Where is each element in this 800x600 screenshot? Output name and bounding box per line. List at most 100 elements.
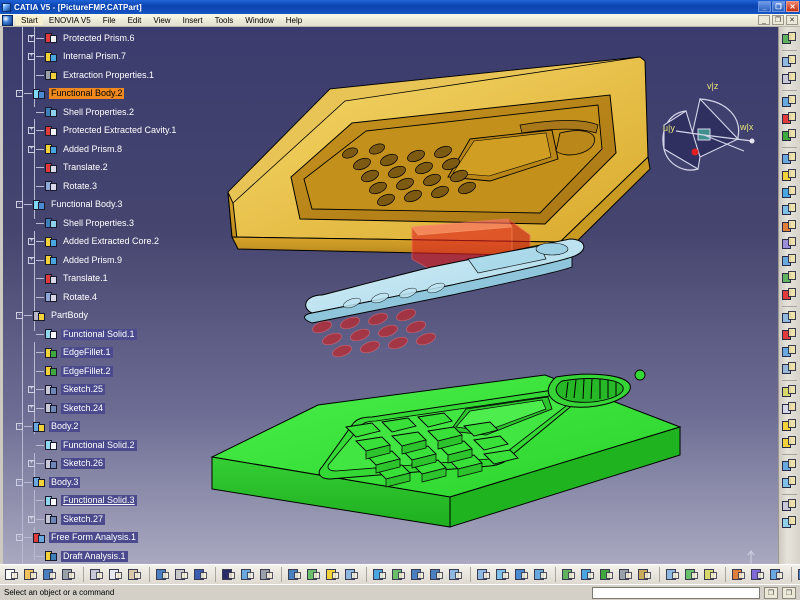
collapse-toggle-icon[interactable]: - (16, 201, 23, 209)
copy-icon[interactable] (107, 566, 125, 583)
pocket-tool-icon[interactable] (781, 111, 798, 127)
print-icon[interactable] (60, 566, 78, 583)
functional-set-icon[interactable] (781, 270, 798, 286)
tree-item-label[interactable]: PartBody (49, 310, 90, 321)
tree-item-label[interactable]: Functional Solid.3 (61, 495, 137, 507)
menu-item-edit[interactable]: Edit (122, 16, 148, 25)
tree-item-label[interactable]: Sketch.24 (61, 402, 106, 414)
iso-view-icon[interactable] (532, 566, 550, 583)
collapse-toggle-icon[interactable]: - (16, 478, 23, 486)
whats-this-icon[interactable] (192, 566, 210, 583)
fit-all-in-icon[interactable] (390, 566, 408, 583)
tree-item[interactable]: Rotate.3 (0, 177, 215, 196)
internal-prism-tool-icon[interactable] (781, 128, 798, 144)
tree-item-label[interactable]: Extraction Properties.1 (61, 70, 156, 81)
hide-show-icon[interactable] (617, 566, 635, 583)
tree-item[interactable]: Translate.2 (0, 159, 215, 178)
tree-item[interactable]: EdgeFillet.2 (0, 362, 215, 381)
right-toolbar[interactable] (778, 27, 800, 564)
tree-item-label[interactable]: Functional Solid.1 (61, 328, 137, 340)
compass[interactable]: v|z w|x u|y (662, 81, 755, 171)
bottom-toolbar[interactable] (0, 564, 800, 584)
new-icon[interactable] (3, 566, 21, 583)
tree-item-label[interactable]: Added Extracted Core.2 (61, 236, 161, 247)
menu-item-file[interactable]: File (97, 16, 122, 25)
zoom-in-icon[interactable] (447, 566, 465, 583)
collapse-toggle-icon[interactable]: - (16, 423, 23, 431)
tree-item-label[interactable]: Sketch.26 (61, 458, 106, 470)
normal-view-icon[interactable] (494, 566, 512, 583)
menu-item-view[interactable]: View (147, 16, 176, 25)
pan-icon[interactable] (409, 566, 427, 583)
tree-item-label[interactable]: Sketch.27 (61, 513, 106, 525)
curvature-analysis-icon[interactable] (781, 475, 798, 491)
tree-item-label[interactable]: Translate.2 (61, 162, 110, 173)
expand-toggle-icon[interactable]: + (28, 404, 35, 412)
formula-icon[interactable] (220, 566, 238, 583)
catalog-icon[interactable] (286, 566, 304, 583)
rotate-view-icon[interactable] (428, 566, 446, 583)
update-icon[interactable] (781, 31, 798, 47)
functional-feature-icon[interactable] (781, 236, 798, 252)
expand-toggle-icon[interactable]: + (28, 238, 35, 246)
redo-icon[interactable] (173, 566, 191, 583)
render-style-icon[interactable] (598, 566, 616, 583)
grid-pattern-icon[interactable] (781, 384, 798, 400)
fly-through-icon[interactable] (371, 566, 389, 583)
extract-cavity-icon[interactable] (781, 327, 798, 343)
menu-item-tools[interactable]: Tools (209, 16, 240, 25)
tree-item[interactable]: - Body.3 (0, 473, 215, 492)
lock-icon[interactable] (324, 566, 342, 583)
tree-item[interactable]: - PartBody (0, 307, 215, 326)
tree-item-label[interactable]: Rotate.3 (61, 181, 99, 192)
tree-item-label[interactable]: Internal Prism.7 (61, 51, 128, 62)
cut-icon[interactable] (88, 566, 106, 583)
mdi-minimize-button[interactable]: _ (758, 15, 770, 25)
draft-icon[interactable] (781, 185, 798, 201)
viewport-3d[interactable]: v|z w|x u|y + Protected Prism.6 + Intern… (0, 27, 800, 564)
shading-icon[interactable] (579, 566, 597, 583)
thickness-icon[interactable] (781, 361, 798, 377)
slot-icon[interactable] (781, 219, 798, 235)
expand-toggle-icon[interactable]: + (28, 460, 35, 468)
tree-item-label[interactable]: EdgeFillet.1 (61, 347, 113, 359)
tree-item-label[interactable]: Added Prism.9 (61, 255, 124, 266)
functional-body-tool-icon[interactable] (781, 253, 798, 269)
mdi-close-button[interactable]: ✕ (786, 15, 798, 25)
tree-item-label[interactable]: Shell Properties.2 (61, 107, 136, 118)
tree-item[interactable]: + Protected Prism.6 (0, 29, 215, 48)
cutting-plane-icon[interactable] (768, 566, 786, 583)
tree-tools-icon[interactable] (343, 566, 361, 583)
tree-item[interactable]: Functional Solid.3 (0, 492, 215, 511)
tree-item-label[interactable]: Sketch.25 (61, 384, 106, 396)
tree-item[interactable]: EdgeFillet.1 (0, 344, 215, 363)
tree-item-label[interactable]: Shell Properties.3 (61, 218, 136, 229)
tree-item[interactable]: - Functional Body.3 (0, 196, 215, 215)
rib-icon[interactable] (781, 202, 798, 218)
sketcher-icon[interactable] (781, 71, 798, 87)
transfer-icon[interactable] (781, 498, 798, 514)
surfacic-curvature-icon[interactable] (749, 566, 767, 583)
tree-item[interactable]: Rotate.4 (0, 288, 215, 307)
expand-toggle-icon[interactable]: + (28, 127, 35, 135)
tree-item[interactable]: Translate.1 (0, 270, 215, 289)
specification-tree[interactable]: + Protected Prism.6 + Internal Prism.7 Extra… (0, 27, 215, 564)
status-button-a[interactable]: ❐ (764, 587, 778, 599)
tree-item[interactable]: Shell Properties.2 (0, 103, 215, 122)
tree-item-label[interactable]: Body.2 (49, 421, 81, 433)
tree-item[interactable]: Functional Solid.1 (0, 325, 215, 344)
tree-item[interactable]: + Added Extracted Core.2 (0, 233, 215, 252)
draft-analysis-right-icon[interactable] (781, 458, 798, 474)
boolean-add-icon[interactable] (781, 401, 798, 417)
knowledge-icon[interactable] (258, 566, 276, 583)
tree-item-label[interactable]: Added Prism.8 (61, 144, 124, 155)
tree-item[interactable]: Shell Properties.3 (0, 214, 215, 233)
open-icon[interactable] (22, 566, 40, 583)
mdi-restore-button[interactable]: ❐ (772, 15, 784, 25)
select-arrow-icon[interactable] (781, 54, 798, 70)
measure-item-icon[interactable] (683, 566, 701, 583)
tree-item[interactable]: + Added Prism.9 (0, 251, 215, 270)
tree-item[interactable]: - Body.2 (0, 418, 215, 437)
quick-view-icon[interactable] (560, 566, 578, 583)
split-icon[interactable] (781, 310, 798, 326)
